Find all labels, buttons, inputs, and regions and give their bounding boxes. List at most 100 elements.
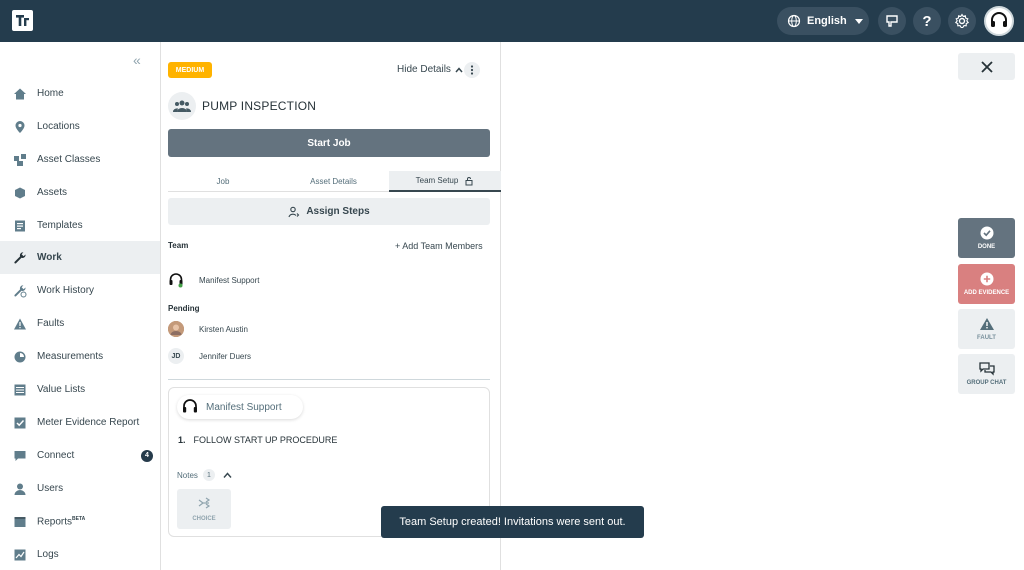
sidebar-item-label: Locations [37,121,80,132]
flag-board-icon [886,15,898,27]
sidebar-item-locations[interactable]: Locations [0,110,160,143]
job-detail-panel: MEDIUM Hide Details PUMP INSPECTION Star… [161,42,501,570]
assign-steps-button[interactable]: Assign Steps [168,198,490,225]
tab-asset-details[interactable]: Asset Details [278,171,389,192]
sidebar-item-label: Meter Evidence Report [37,417,140,428]
sidebar-item-connect[interactable]: Connect 4 [0,439,160,472]
sidebar-item-label: Logs [37,549,59,560]
start-job-button[interactable]: Start Job [168,129,490,157]
assign-user-icon [288,206,300,217]
sidebar-item-users[interactable]: Users [0,472,160,505]
top-bar: English ? [0,0,1024,42]
language-selector[interactable]: English [777,7,869,35]
home-icon [14,88,26,99]
sidebar-item-label: Connect [37,450,75,461]
headset-avatar [168,272,184,288]
sidebar: « Home Locations Asset Classes Assets Te… [0,42,161,570]
sidebar-item-logs[interactable]: Logs [0,538,160,570]
sidebar-item-label: Measurements [37,351,104,362]
collapse-sidebar-icon[interactable]: « [133,52,141,68]
step-item[interactable]: 1. FOLLOW START UP PROCEDURE [178,435,337,445]
add-evidence-button[interactable]: ADD EVIDENCE [958,264,1015,304]
job-title: PUMP INSPECTION [202,99,317,113]
tab-label: Team Setup [415,176,459,185]
user-avatar[interactable] [984,6,1014,36]
gear-icon [954,13,970,29]
question-mark-icon: ? [922,12,932,30]
team-heading: Team [168,241,189,250]
fault-button[interactable]: FAULT [958,309,1015,349]
sidebar-item-label: Asset Classes [37,154,101,165]
sidebar-item-asset-classes[interactable]: Asset Classes [0,143,160,176]
unlock-icon [465,176,473,185]
chart-line-icon [14,549,26,560]
language-label: English [807,15,847,27]
list-icon [14,384,26,395]
step-text: FOLLOW START UP PROCEDURE [193,435,338,445]
chat-bubbles-icon [978,362,995,376]
warning-icon [14,318,26,329]
checkbox-icon [14,417,26,428]
member-initials-avatar: JD [168,348,184,364]
headset-icon [183,399,197,413]
hide-details-toggle[interactable]: Hide Details [397,64,463,75]
plus-circle-icon [980,272,993,286]
sidebar-item-work[interactable]: Work [0,241,160,274]
group-chat-button[interactable]: GROUP CHAT [958,354,1015,394]
step-assignee-chip[interactable]: Manifest Support [177,395,303,419]
pending-member: Kirsten Austin [168,321,248,337]
work-history-icon [14,284,27,297]
sidebar-item-measurements[interactable]: Measurements [0,340,160,373]
chevron-up-icon [455,66,463,72]
app-logo[interactable] [12,10,33,31]
headset-icon [991,12,1007,27]
group-icon [173,100,191,112]
sidebar-item-reports[interactable]: ReportsBETA [0,505,160,538]
settings-button[interactable] [948,7,976,35]
person-photo-icon [168,321,184,337]
sidebar-item-assets[interactable]: Assets [0,176,160,209]
sidebar-item-templates[interactable]: Templates [0,209,160,242]
more-options-button[interactable] [464,62,480,78]
toast-notification: Team Setup created! Invitations were sen… [381,506,644,538]
beta-tag: BETA [72,515,86,522]
notes-toggle[interactable]: Notes 1 [177,469,232,481]
sidebar-item-label: Templates [37,220,83,231]
wrench-icon [14,251,26,263]
tab-team-setup[interactable]: Team Setup [389,171,501,192]
member-name: Jennifer Duers [199,351,252,361]
chat-icon [14,450,26,461]
warning-icon [979,318,994,330]
close-button[interactable] [958,53,1015,80]
chevron-down-icon [854,18,863,24]
sidebar-item-label: Faults [37,318,65,329]
globe-icon [787,14,801,28]
sidebar-item-label: ReportsBETA [37,516,85,527]
headset-avatar [179,396,201,418]
sidebar-item-home[interactable]: Home [0,77,160,110]
job-tabs: Job Asset Details Team Setup [168,171,501,192]
member-name: Manifest Support [199,275,260,285]
sidebar-item-value-lists[interactable]: Value Lists [0,373,160,406]
section-divider [168,379,490,380]
announcement-button[interactable] [878,7,906,35]
asset-classes-icon [14,153,26,166]
sidebar-item-work-history[interactable]: Work History [0,274,160,307]
fault-label: FAULT [977,335,996,341]
reports-label: Reports [37,516,73,528]
add-evidence-label: ADD EVIDENCE [963,290,1010,296]
done-button[interactable]: DONE [958,218,1015,258]
template-icon [15,220,25,231]
choice-option[interactable]: CHOICE [177,489,231,529]
team-job-icon [168,92,196,120]
shuffle-icon [198,497,211,509]
help-button[interactable]: ? [913,7,941,35]
pending-heading: Pending [168,304,200,313]
tab-job[interactable]: Job [168,171,278,192]
add-team-members-link[interactable]: + Add Team Members [395,241,483,251]
pending-member: JD Jennifer Duers [168,348,251,364]
sidebar-item-label: Users [37,483,64,494]
headset-icon [169,273,183,288]
sidebar-item-faults[interactable]: Faults [0,307,160,340]
sidebar-item-meter-evidence-report[interactable]: Meter Evidence Report [0,406,160,439]
